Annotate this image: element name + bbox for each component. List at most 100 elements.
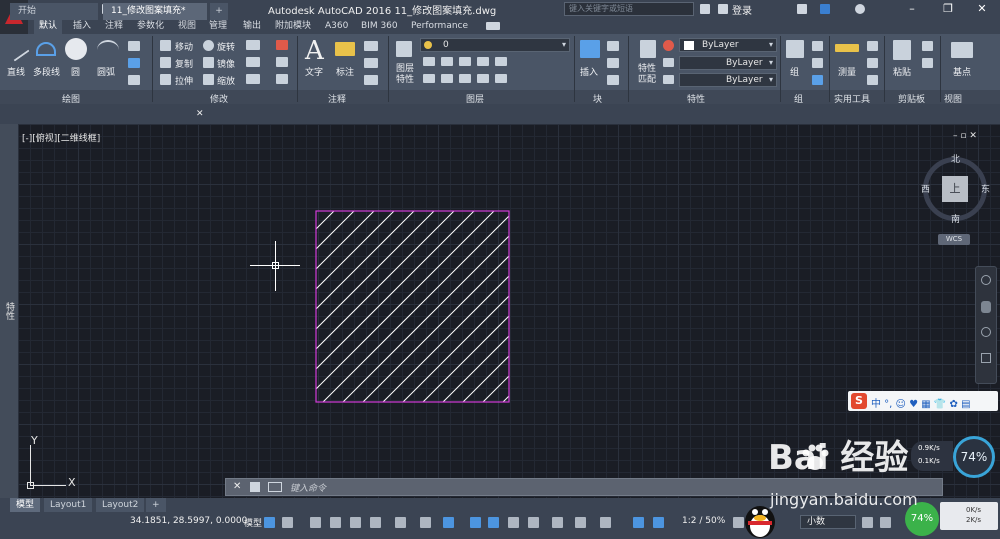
move-tool-label[interactable]: 移动 bbox=[175, 40, 193, 53]
tab-annotate[interactable]: 注释 bbox=[100, 19, 128, 34]
group-edit-icon[interactable] bbox=[812, 58, 823, 68]
restore-button[interactable]: ❐ bbox=[936, 1, 960, 17]
tab-a360[interactable]: A360 bbox=[320, 19, 353, 34]
tab-start[interactable]: 开始 bbox=[10, 3, 98, 20]
scale-tool-label[interactable]: 缩放 bbox=[217, 74, 235, 87]
text-tool-label[interactable]: 文字 bbox=[305, 65, 323, 78]
match-properties-icon[interactable] bbox=[640, 40, 656, 58]
arc-tool-label[interactable]: 圆弧 bbox=[97, 65, 115, 78]
layer-properties-label[interactable]: 图层 特性 bbox=[396, 64, 414, 86]
edit-block-icon[interactable] bbox=[607, 58, 619, 68]
ortho-icon[interactable] bbox=[330, 517, 341, 528]
tab-model[interactable]: 模型 bbox=[10, 498, 41, 512]
auto-scale-icon[interactable] bbox=[653, 517, 664, 528]
close-button[interactable]: ✕ bbox=[970, 1, 994, 17]
object-snap-tracking-icon[interactable] bbox=[395, 517, 406, 528]
grid-icon[interactable] bbox=[264, 517, 275, 528]
command-input[interactable]: 键入命令 bbox=[290, 481, 326, 494]
viewcube-south[interactable]: 南 bbox=[951, 212, 960, 225]
login-button[interactable]: 登录 bbox=[732, 2, 752, 17]
add-layout-button[interactable]: + bbox=[146, 498, 166, 512]
base-view-icon[interactable] bbox=[951, 42, 973, 58]
gizmo-icon[interactable] bbox=[575, 517, 586, 528]
binoculars-icon[interactable] bbox=[700, 4, 710, 14]
tab-performance[interactable]: Performance bbox=[406, 19, 473, 34]
viewcube-west[interactable]: 西 bbox=[921, 182, 930, 195]
scale-readout[interactable]: 1:2 / 50% bbox=[682, 516, 725, 526]
polar-icon[interactable] bbox=[350, 517, 361, 528]
tab-insert[interactable]: 插入 bbox=[68, 19, 96, 34]
hatch-icon[interactable] bbox=[128, 58, 140, 68]
table-icon[interactable] bbox=[364, 75, 378, 85]
hatched-rectangle[interactable] bbox=[315, 210, 511, 404]
navigation-bar[interactable] bbox=[975, 266, 997, 384]
circle-tool-label[interactable]: 圆 bbox=[71, 65, 80, 78]
layer-tool-icon[interactable] bbox=[441, 74, 453, 83]
dimension-tool-label[interactable]: 标注 bbox=[336, 65, 354, 78]
lineweight-dropdown[interactable]: ByLayer bbox=[679, 73, 777, 87]
match-properties-label[interactable]: 特性 匹配 bbox=[638, 64, 656, 86]
close-tab-icon[interactable]: ✕ bbox=[196, 109, 204, 119]
mirror-icon[interactable] bbox=[203, 57, 214, 68]
polyline-tool-label[interactable]: 多段线 bbox=[33, 65, 60, 78]
calculator-icon[interactable] bbox=[867, 41, 878, 51]
annotation-visibility-icon[interactable] bbox=[600, 517, 611, 528]
tab-layout1[interactable]: Layout1 bbox=[44, 498, 93, 512]
rotate-icon[interactable] bbox=[203, 40, 214, 51]
command-customize-icon[interactable] bbox=[250, 482, 260, 492]
tab-output[interactable]: 输出 bbox=[238, 19, 266, 34]
command-close-icon[interactable]: ✕ bbox=[233, 481, 241, 492]
polyline-icon[interactable] bbox=[36, 42, 56, 56]
hatch-pattern-ansi31[interactable] bbox=[315, 210, 511, 404]
line-tool-label[interactable]: 直线 bbox=[7, 65, 25, 78]
mirror-tool-label[interactable]: 镜像 bbox=[217, 57, 235, 70]
wcs-menu-button[interactable]: WCS bbox=[938, 234, 970, 245]
command-prompt-icon[interactable] bbox=[268, 482, 282, 492]
erase-icon[interactable] bbox=[276, 40, 288, 50]
paste-tool-label[interactable]: 粘贴 bbox=[893, 65, 911, 78]
search-input[interactable]: 键入关键字或短语 bbox=[564, 2, 694, 16]
text-icon[interactable]: A bbox=[305, 36, 324, 66]
steering-wheel-icon[interactable] bbox=[981, 275, 991, 285]
viewport-controls-label[interactable]: [-][俯视][二维线框] bbox=[22, 131, 100, 144]
fullscreen-icon[interactable] bbox=[880, 517, 891, 528]
cut-icon[interactable] bbox=[922, 41, 933, 51]
copy-clip-icon[interactable] bbox=[922, 58, 933, 68]
zoom-icon[interactable] bbox=[981, 327, 991, 337]
layer-tool-icon[interactable] bbox=[441, 57, 453, 66]
measure-tool-label[interactable]: 测量 bbox=[838, 65, 856, 78]
app-store-icon[interactable] bbox=[820, 4, 830, 14]
dimension-icon[interactable] bbox=[335, 42, 355, 56]
insert-block-icon[interactable] bbox=[580, 40, 600, 58]
rectangle-icon[interactable] bbox=[128, 41, 140, 51]
array-icon[interactable] bbox=[246, 74, 260, 84]
insert-tool-label[interactable]: 插入 bbox=[580, 65, 598, 78]
units-dropdown[interactable]: 小数 bbox=[800, 515, 856, 529]
ribbon-toggle-icon[interactable] bbox=[486, 22, 500, 30]
transparency-icon[interactable] bbox=[470, 517, 481, 528]
infer-icon[interactable] bbox=[310, 517, 321, 528]
copy-icon[interactable] bbox=[160, 57, 171, 68]
stretch-icon[interactable] bbox=[160, 74, 171, 85]
coordinates-readout[interactable]: 34.1851, 28.5997, 0.0000 bbox=[130, 516, 247, 526]
stretch-tool-label[interactable]: 拉伸 bbox=[175, 74, 193, 87]
offset-icon[interactable] bbox=[276, 74, 288, 84]
layer-tool-icon[interactable] bbox=[477, 57, 489, 66]
group-icon[interactable] bbox=[786, 40, 804, 58]
object-snap-icon[interactable] bbox=[420, 517, 431, 528]
model-space-button[interactable]: 模型 bbox=[244, 516, 262, 529]
gradient-icon[interactable] bbox=[128, 75, 140, 85]
3d-osnap-icon[interactable] bbox=[508, 517, 519, 528]
circle-icon[interactable] bbox=[65, 38, 87, 60]
fillet-icon[interactable] bbox=[246, 57, 260, 67]
selection-filter-icon[interactable] bbox=[552, 517, 563, 528]
layer-tool-icon[interactable] bbox=[495, 57, 507, 66]
paste-icon[interactable] bbox=[893, 40, 911, 60]
viewcube-east[interactable]: 东 bbox=[981, 182, 990, 195]
layer-properties-icon[interactable] bbox=[396, 41, 412, 57]
select-all-icon[interactable] bbox=[867, 75, 878, 85]
id-point-icon[interactable] bbox=[867, 58, 878, 68]
layer-tool-icon[interactable] bbox=[495, 74, 507, 83]
tab-view[interactable]: 视图 bbox=[173, 19, 201, 34]
properties-palette-strip[interactable]: 特性 bbox=[0, 124, 18, 498]
